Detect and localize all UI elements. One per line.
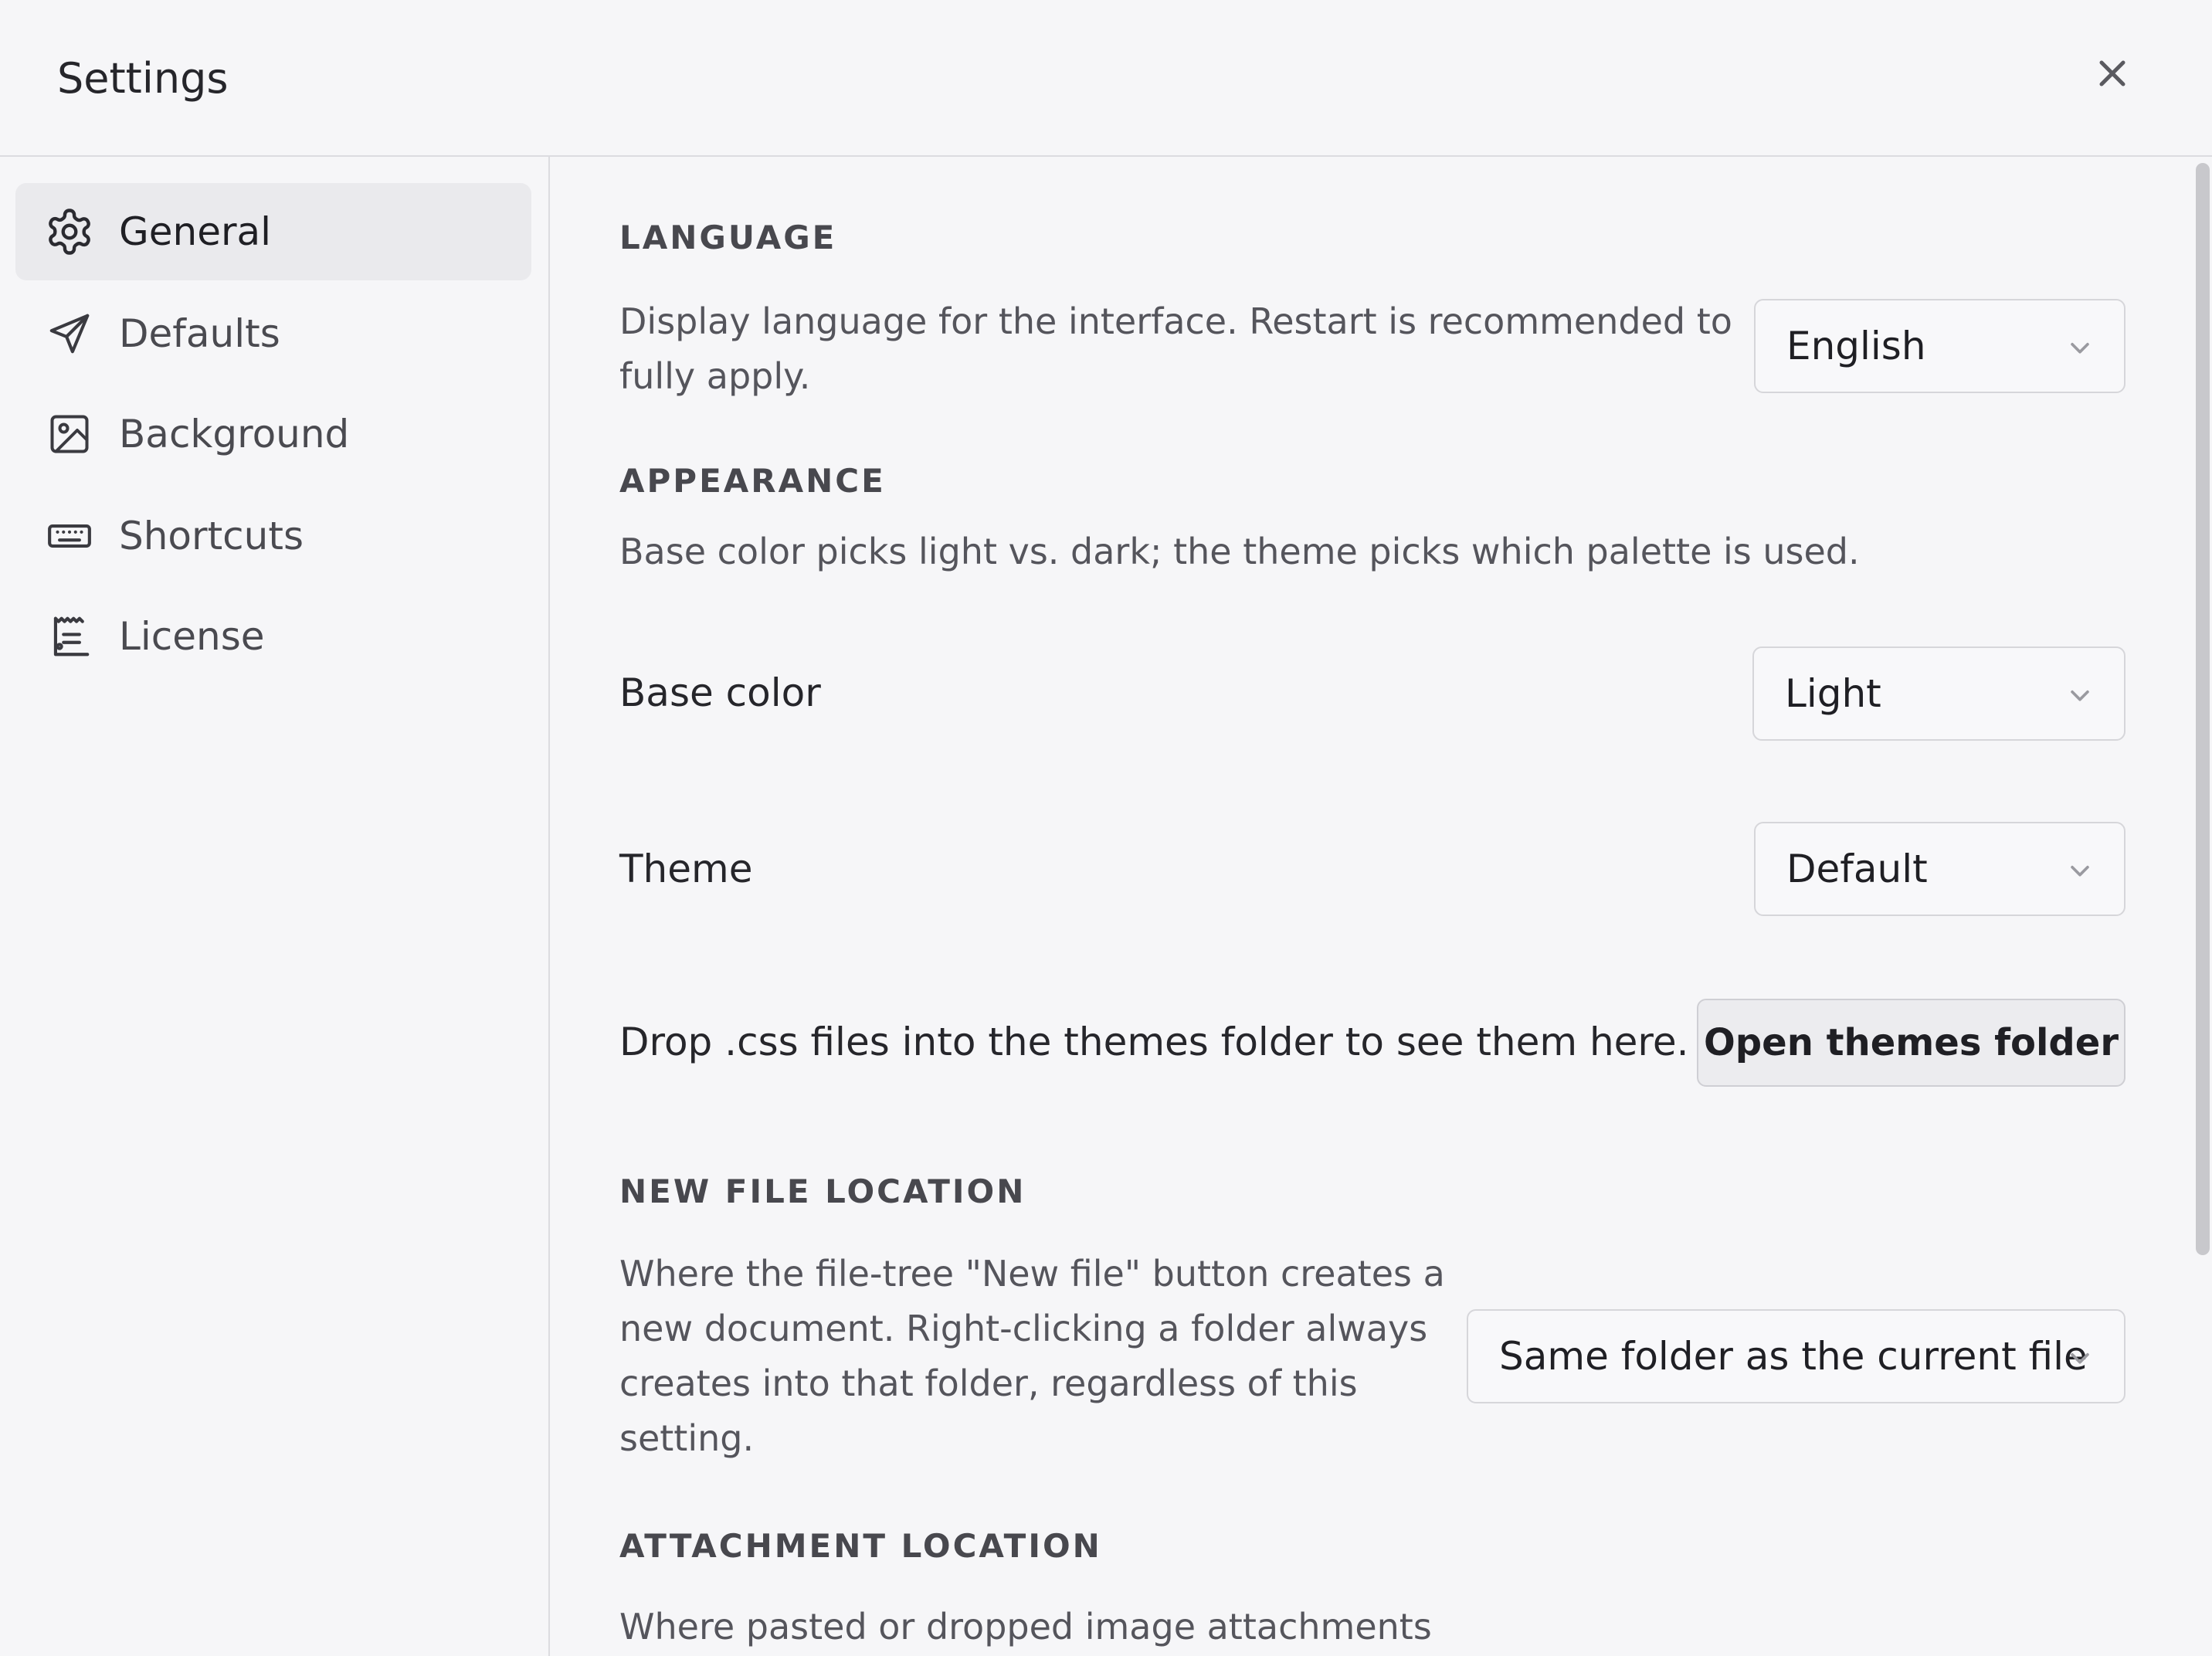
- themes-folder-hint: Drop .css files into the themes folder t…: [619, 1020, 1689, 1064]
- settings-title: Settings: [57, 54, 229, 103]
- close-icon: [2099, 60, 2125, 87]
- sidebar-item-background[interactable]: Background: [15, 385, 531, 483]
- new-file-location-description-line: Where the file-tree "New file" button cr…: [619, 1253, 1445, 1295]
- new-file-location-description: Where the file-tree "New file" button cr…: [619, 1247, 1445, 1466]
- send-icon: [42, 306, 97, 361]
- chevron-down-icon: [2071, 865, 2089, 877]
- sidebar-item-label: Shortcuts: [119, 514, 304, 558]
- receipt-icon: [42, 609, 97, 664]
- new-file-location-heading: NEW FILE LOCATION: [619, 1172, 1026, 1210]
- chevron-down-icon: [2071, 690, 2089, 701]
- theme-label: Theme: [619, 847, 753, 891]
- new-file-location-description-line: creates into that folder, regardless of …: [619, 1362, 1358, 1404]
- sidebar-item-shortcuts[interactable]: Shortcuts: [15, 487, 531, 585]
- settings-content: LANGUAGE Display language for the interf…: [550, 157, 2212, 1656]
- theme-select[interactable]: Default: [1754, 822, 2125, 916]
- language-select[interactable]: English: [1754, 299, 2125, 393]
- language-description-line: fully apply.: [619, 355, 811, 397]
- attachment-location-description: Where pasted or dropped image attachment…: [619, 1606, 1432, 1648]
- base-color-select[interactable]: Light: [1752, 646, 2125, 741]
- language-description-line: Display language for the interface. Rest…: [619, 300, 1732, 342]
- language-description: Display language for the interface. Rest…: [619, 294, 1732, 404]
- chevron-down-icon: [2071, 1352, 2089, 1364]
- gear-icon: [42, 204, 97, 260]
- language-heading: LANGUAGE: [619, 219, 837, 256]
- theme-select-value: Default: [1786, 847, 1928, 891]
- sidebar-item-label: License: [119, 614, 265, 659]
- sidebar-item-label: Defaults: [119, 311, 280, 356]
- new-file-location-description-line: setting.: [619, 1417, 755, 1459]
- new-file-location-select[interactable]: Same folder as the current file: [1467, 1309, 2125, 1403]
- keyboard-icon: [42, 508, 97, 564]
- open-themes-folder-button[interactable]: Open themes folder: [1697, 999, 2125, 1087]
- sidebar-item-label: General: [119, 209, 272, 254]
- content-scrollbar[interactable]: [2196, 163, 2210, 1255]
- image-icon: [42, 406, 97, 462]
- appearance-heading: APPEARANCE: [619, 462, 886, 500]
- sidebar-item-defaults[interactable]: Defaults: [15, 285, 531, 382]
- sidebar-item-label: Background: [119, 412, 350, 456]
- attachment-location-heading: ATTACHMENT LOCATION: [619, 1527, 1102, 1565]
- sidebar-item-general[interactable]: General: [15, 183, 531, 280]
- language-select-value: English: [1786, 324, 1926, 368]
- appearance-description: Base color picks light vs. dark; the the…: [619, 531, 1860, 572]
- new-file-location-select-value: Same folder as the current file: [1499, 1334, 2088, 1379]
- close-button[interactable]: [2085, 46, 2139, 100]
- base-color-label: Base color: [619, 670, 821, 715]
- settings-window: Settings General Defaults Background Sho…: [0, 0, 2212, 1656]
- new-file-location-description-line: new document. Right-clicking a folder al…: [619, 1308, 1428, 1349]
- settings-header: Settings: [0, 0, 2212, 157]
- base-color-select-value: Light: [1785, 671, 1881, 716]
- sidebar-item-license[interactable]: License: [15, 588, 531, 685]
- chevron-down-icon: [2071, 342, 2089, 354]
- settings-sidebar: General Defaults Background Shortcuts Li…: [0, 157, 550, 1656]
